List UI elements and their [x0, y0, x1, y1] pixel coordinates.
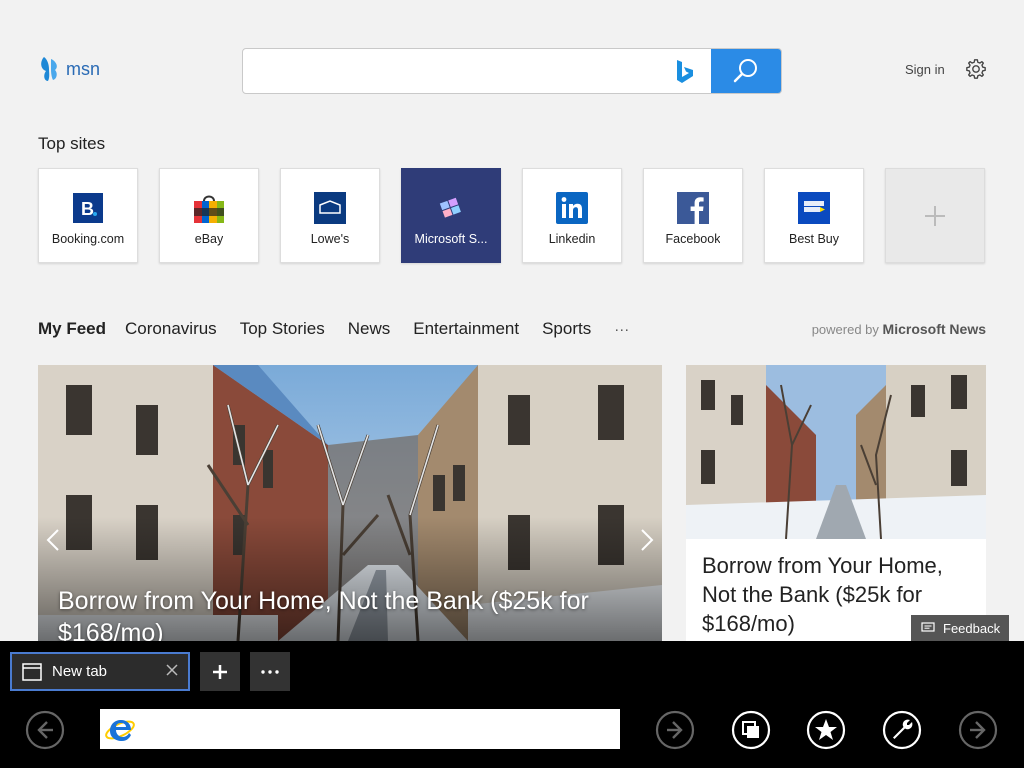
hero-article-card[interactable]: Borrow from Your Home, Not the Bank ($25… — [38, 365, 662, 641]
bing-icon — [677, 60, 693, 83]
browser-app-bar: New tab — [0, 641, 1024, 768]
feed-tab-my-feed[interactable]: My Feed — [38, 319, 106, 339]
feed-tab-entertainment[interactable]: Entertainment — [413, 319, 519, 339]
search-button[interactable] — [711, 49, 781, 93]
search-box[interactable] — [242, 48, 782, 94]
powered-by: powered by Microsoft News — [812, 321, 986, 337]
back-button[interactable] — [25, 710, 65, 750]
booking-icon: B — [72, 192, 104, 224]
feed-tab-top-stories[interactable]: Top Stories — [240, 319, 325, 339]
ebay-icon — [193, 192, 225, 224]
more-icon — [261, 669, 279, 674]
feedback-button[interactable]: Feedback — [911, 615, 1009, 641]
feed-more-button[interactable]: ··· — [614, 321, 629, 338]
powered-prefix: powered by — [811, 322, 879, 337]
gear-icon[interactable] — [965, 58, 987, 80]
tile-label: Best Buy — [788, 232, 840, 246]
close-icon[interactable] — [164, 662, 180, 678]
feed-nav: My Feed Coronavirus Top Stories News Ent… — [38, 319, 652, 339]
svg-text:B: B — [81, 199, 94, 219]
search-input[interactable] — [243, 49, 663, 93]
favorites-button[interactable] — [806, 710, 846, 750]
new-tab-button[interactable] — [200, 652, 240, 691]
microsoft-store-icon — [435, 192, 467, 224]
forward-go-button[interactable] — [655, 710, 695, 750]
next-page-button[interactable] — [958, 710, 998, 750]
bestbuy-icon — [798, 192, 830, 224]
powered-brand: Microsoft News — [882, 321, 986, 337]
top-sites-list: B Booking.com eBay Lowe's Microsoft S...… — [38, 168, 985, 263]
hero-article-title[interactable]: Borrow from Your Home, Not the Bank ($25… — [58, 585, 658, 641]
carousel-next-arrow[interactable] — [634, 525, 658, 555]
top-site-lowes[interactable]: Lowe's — [280, 168, 380, 263]
address-bar[interactable] — [100, 709, 620, 749]
top-site-booking[interactable]: B Booking.com — [38, 168, 138, 263]
msn-logo[interactable]: msn — [38, 55, 100, 83]
carousel-prev-arrow[interactable] — [42, 525, 66, 555]
top-site-microsoft-store[interactable]: Microsoft S... — [401, 168, 501, 263]
tile-label: Linkedin — [548, 232, 596, 246]
tile-label: eBay — [194, 232, 224, 246]
logo-text: msn — [66, 58, 101, 79]
tile-label: Lowe's — [310, 232, 350, 246]
tab-options-button[interactable] — [250, 652, 290, 691]
page-icon — [22, 662, 42, 681]
plus-icon — [213, 664, 227, 679]
side-article-card[interactable]: Borrow from Your Home, Not the Bank ($25… — [686, 365, 986, 641]
search-icon — [733, 59, 757, 83]
lowes-icon — [314, 192, 346, 224]
top-sites-title: Top sites — [38, 134, 106, 153]
plus-icon — [925, 205, 945, 226]
internet-explorer-icon — [105, 720, 135, 741]
tools-wrench-button[interactable] — [882, 710, 922, 750]
sign-in-link[interactable]: Sign in — [905, 62, 945, 77]
side-article-image — [686, 365, 986, 539]
feed-tab-coronavirus[interactable]: Coronavirus — [125, 319, 217, 339]
linkedin-icon — [556, 192, 588, 224]
facebook-icon — [677, 192, 709, 224]
browser-tab[interactable]: New tab — [10, 652, 190, 691]
tile-label: Facebook — [665, 232, 721, 246]
top-site-bestbuy[interactable]: Best Buy — [764, 168, 864, 263]
butterfly-icon — [41, 57, 57, 81]
comment-icon — [921, 622, 935, 632]
top-site-facebook[interactable]: Facebook — [643, 168, 743, 263]
tile-label: Microsoft S... — [414, 232, 488, 246]
feed-tab-sports[interactable]: Sports — [542, 319, 591, 339]
add-top-site-button[interactable] — [885, 168, 985, 263]
tab-title: New tab — [52, 663, 108, 680]
tile-label: Booking.com — [51, 232, 125, 246]
top-site-ebay[interactable]: eBay — [159, 168, 259, 263]
top-site-linkedin[interactable]: Linkedin — [522, 168, 622, 263]
feed-tab-news[interactable]: News — [348, 319, 391, 339]
tabs-view-button[interactable] — [731, 710, 771, 750]
feedback-label: Feedback — [943, 620, 1001, 636]
